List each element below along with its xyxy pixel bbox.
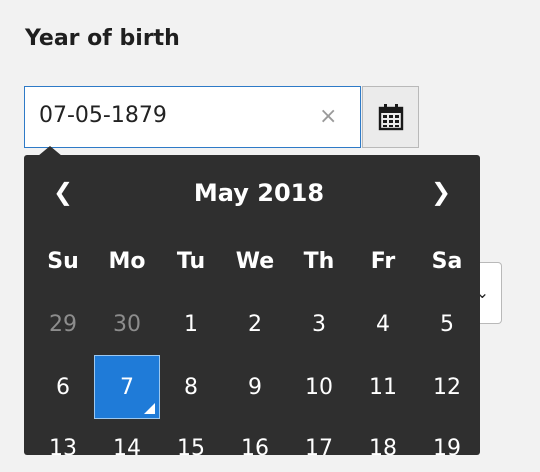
- weekday-header: Th: [303, 248, 335, 274]
- calendar-day[interactable]: 16: [226, 424, 284, 472]
- calendar-button[interactable]: [362, 86, 419, 148]
- calendar-day[interactable]: 12: [418, 363, 476, 411]
- calendar-day[interactable]: 5: [418, 300, 476, 348]
- birth-date-input[interactable]: 07-05-1879 ×: [24, 86, 361, 148]
- calendar-day[interactable]: 11: [354, 363, 412, 411]
- weekday-header: We: [235, 248, 275, 274]
- field-label: Year of birth: [25, 26, 180, 51]
- next-month-button[interactable]: ❯: [426, 177, 456, 207]
- calendar-day-selected[interactable]: 7: [94, 355, 160, 419]
- calendar-day[interactable]: 1: [162, 300, 220, 348]
- weekday-header: Sa: [431, 248, 463, 274]
- calendar-day[interactable]: 19: [418, 424, 476, 472]
- calendar-day[interactable]: 9: [226, 363, 284, 411]
- clear-icon[interactable]: ×: [319, 105, 337, 129]
- calendar-day[interactable]: 13: [34, 424, 92, 472]
- calendar-icon: [378, 104, 403, 131]
- calendar-day[interactable]: 17: [290, 424, 348, 472]
- weekday-header: Tu: [176, 248, 206, 274]
- weekday-header: Su: [47, 248, 79, 274]
- calendar-day[interactable]: 15: [162, 424, 220, 472]
- datepicker-popup: ❮ May 2018 ❯ Su Mo Tu We Th Fr Sa 29 30 …: [24, 155, 480, 461]
- calendar-day[interactable]: 29: [34, 300, 92, 348]
- calendar-day[interactable]: 4: [354, 300, 412, 348]
- calendar-day[interactable]: 18: [354, 424, 412, 472]
- calendar-day[interactable]: 3: [290, 300, 348, 348]
- birth-date-value[interactable]: 07-05-1879: [39, 103, 167, 128]
- weekday-header: Mo: [108, 248, 146, 274]
- calendar-day[interactable]: 2: [226, 300, 284, 348]
- calendar-day[interactable]: 14: [98, 424, 156, 472]
- calendar-day[interactable]: 6: [34, 363, 92, 411]
- prev-month-button[interactable]: ❮: [48, 177, 78, 207]
- calendar-day[interactable]: 8: [162, 363, 220, 411]
- calendar-day[interactable]: 10: [290, 363, 348, 411]
- calendar-day[interactable]: 30: [98, 300, 156, 348]
- month-title[interactable]: May 2018: [114, 179, 404, 207]
- weekday-header: Fr: [370, 248, 396, 274]
